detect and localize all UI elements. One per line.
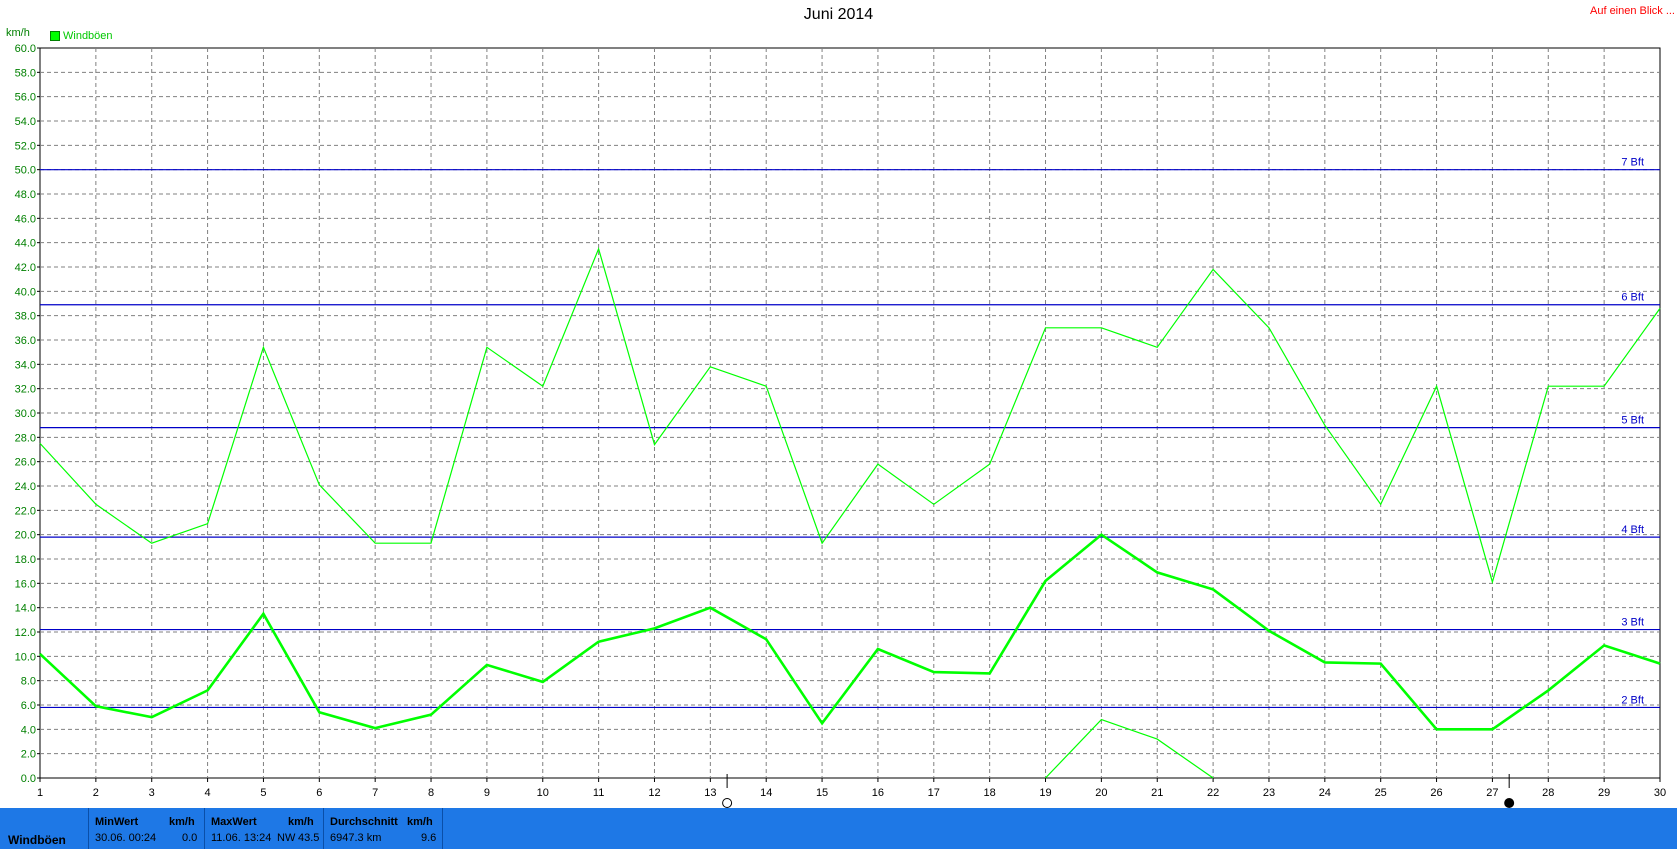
x-tick-label: 26 <box>1430 787 1442 799</box>
y-tick-label: 58.0 <box>15 67 36 79</box>
x-tick-label: 3 <box>149 787 155 799</box>
y-tick-label: 14.0 <box>15 603 36 615</box>
y-tick-label: 22.0 <box>15 505 36 517</box>
x-tick-label: 4 <box>205 787 211 799</box>
x-tick-label: 5 <box>260 787 266 799</box>
min-value: 0.0 <box>182 832 198 844</box>
beaufort-label: 3 Bft <box>1621 617 1644 629</box>
beaufort-label: 6 Bft <box>1621 292 1644 304</box>
x-tick-label: 20 <box>1095 787 1107 799</box>
chart-area: 0.0 2.0 4.0 6.0 8.0 10.0 12.0 14.0 16.0 18.0 20.0 2… <box>15 43 1666 808</box>
y-tick-label: 10.0 <box>15 651 36 663</box>
beaufort-label: 7 Bft <box>1621 157 1644 169</box>
x-tick-label: 6 <box>316 787 322 799</box>
avg-header: Durchschnitt <box>330 816 398 828</box>
y-tick-label: 6.0 <box>21 700 36 712</box>
x-tick-label: 9 <box>484 787 490 799</box>
y-tick-label: 30.0 <box>15 408 36 420</box>
x-tick-label: 23 <box>1263 787 1275 799</box>
y-tick-label: 60.0 <box>15 43 36 55</box>
min-header: MinWert <box>95 816 139 828</box>
max-value: 43.5 <box>298 832 320 844</box>
y-tick-label: 52.0 <box>15 140 36 152</box>
y-tick-label: 20.0 <box>15 530 36 542</box>
x-tick-label: 11 <box>593 787 604 799</box>
x-tick-label: 30 <box>1654 787 1666 799</box>
y-tick-label: 40.0 <box>15 286 36 298</box>
legend: Windböen <box>50 30 113 42</box>
avg-distance: 6947.3 km <box>330 832 382 844</box>
y-tick-label: 34.0 <box>15 359 36 371</box>
x-tick-label: 8 <box>428 787 434 799</box>
x-tick-label: 12 <box>648 787 660 799</box>
avg-unit: km/h <box>407 816 433 828</box>
max-block: MaxWert km/h 11.06. 13:24 NW 43.5 <box>204 808 323 849</box>
legend-swatch <box>50 31 60 41</box>
y-tick-label: 46.0 <box>15 213 36 225</box>
y-tick-label: 54.0 <box>15 116 36 128</box>
y-tick-label: 0.0 <box>21 773 36 785</box>
y-axis-unit: km/h <box>6 27 30 39</box>
min-time: 30.06. 00:24 <box>95 832 157 844</box>
chart-title: Juni 2014 <box>803 6 874 23</box>
x-tick-label: 25 <box>1375 787 1387 799</box>
statusbar: Windböen MinWert km/h 30.06. 00:24 0.0 M… <box>0 808 1677 849</box>
new-moon-icon <box>1504 798 1515 808</box>
x-tick-label: 24 <box>1319 787 1331 799</box>
x-tick-label: 10 <box>537 787 549 799</box>
y-tick-label: 8.0 <box>21 676 36 688</box>
x-tick-label: 1 <box>37 787 43 799</box>
full-moon-icon <box>722 798 733 808</box>
y-tick-label: 36.0 <box>15 335 36 347</box>
x-tick-label: 29 <box>1598 787 1610 799</box>
x-tick-label: 21 <box>1151 787 1163 799</box>
beaufort-label: 2 Bft <box>1621 694 1644 706</box>
statusbar-divider <box>442 808 444 849</box>
max-header: MaxWert <box>211 816 257 828</box>
beaufort-label: 5 Bft <box>1621 415 1644 427</box>
max-time: 11.06. 13:24 <box>211 832 272 844</box>
avg-block: Durchschnitt km/h 6947.3 km 9.6 <box>323 808 442 849</box>
y-tick-label: 26.0 <box>15 457 36 469</box>
y-tick-label: 42.0 <box>15 262 36 274</box>
y-tick-label: 4.0 <box>21 724 36 736</box>
max-unit: km/h <box>288 816 314 828</box>
y-tick-label: 32.0 <box>15 384 36 396</box>
x-tick-label: 14 <box>760 787 772 799</box>
avg-value: 9.6 <box>421 832 437 844</box>
y-tick-label: 50.0 <box>15 165 36 177</box>
y-tick-label: 28.0 <box>15 432 36 444</box>
overview-link[interactable]: Auf einen Blick ... <box>1590 5 1675 17</box>
x-tick-label: 2 <box>93 787 99 799</box>
max-direction: NW <box>277 832 296 844</box>
beaufort-label: 4 Bft <box>1621 524 1644 536</box>
y-tick-label: 2.0 <box>21 749 36 761</box>
y-tick-label: 24.0 <box>15 481 36 493</box>
y-tick-label: 18.0 <box>15 554 36 566</box>
x-tick-label: 28 <box>1542 787 1554 799</box>
x-tick-label: 13 <box>704 787 716 799</box>
x-tick-label: 16 <box>872 787 884 799</box>
x-tick-label: 22 <box>1207 787 1219 799</box>
y-tick-label: 44.0 <box>15 238 36 250</box>
x-tick-label: 18 <box>984 787 996 799</box>
x-tick-label: 17 <box>928 787 940 799</box>
x-tick-label: 15 <box>816 787 828 799</box>
y-tick-label: 48.0 <box>15 189 36 201</box>
y-tick-label: 16.0 <box>15 578 36 590</box>
y-tick-label: 12.0 <box>15 627 36 639</box>
min-unit: km/h <box>169 816 195 828</box>
plot-frame <box>39 47 1661 779</box>
min-block: MinWert km/h 30.06. 00:24 0.0 <box>88 808 204 849</box>
x-tick-label: 7 <box>372 787 378 799</box>
y-tick-label: 56.0 <box>15 92 36 104</box>
x-tick-label: 27 <box>1486 787 1498 799</box>
x-tick-label: 19 <box>1039 787 1051 799</box>
y-tick-label: 38.0 <box>15 311 36 323</box>
statusbar-series-name: Windböen <box>8 833 66 847</box>
legend-label: Windböen <box>63 30 113 42</box>
